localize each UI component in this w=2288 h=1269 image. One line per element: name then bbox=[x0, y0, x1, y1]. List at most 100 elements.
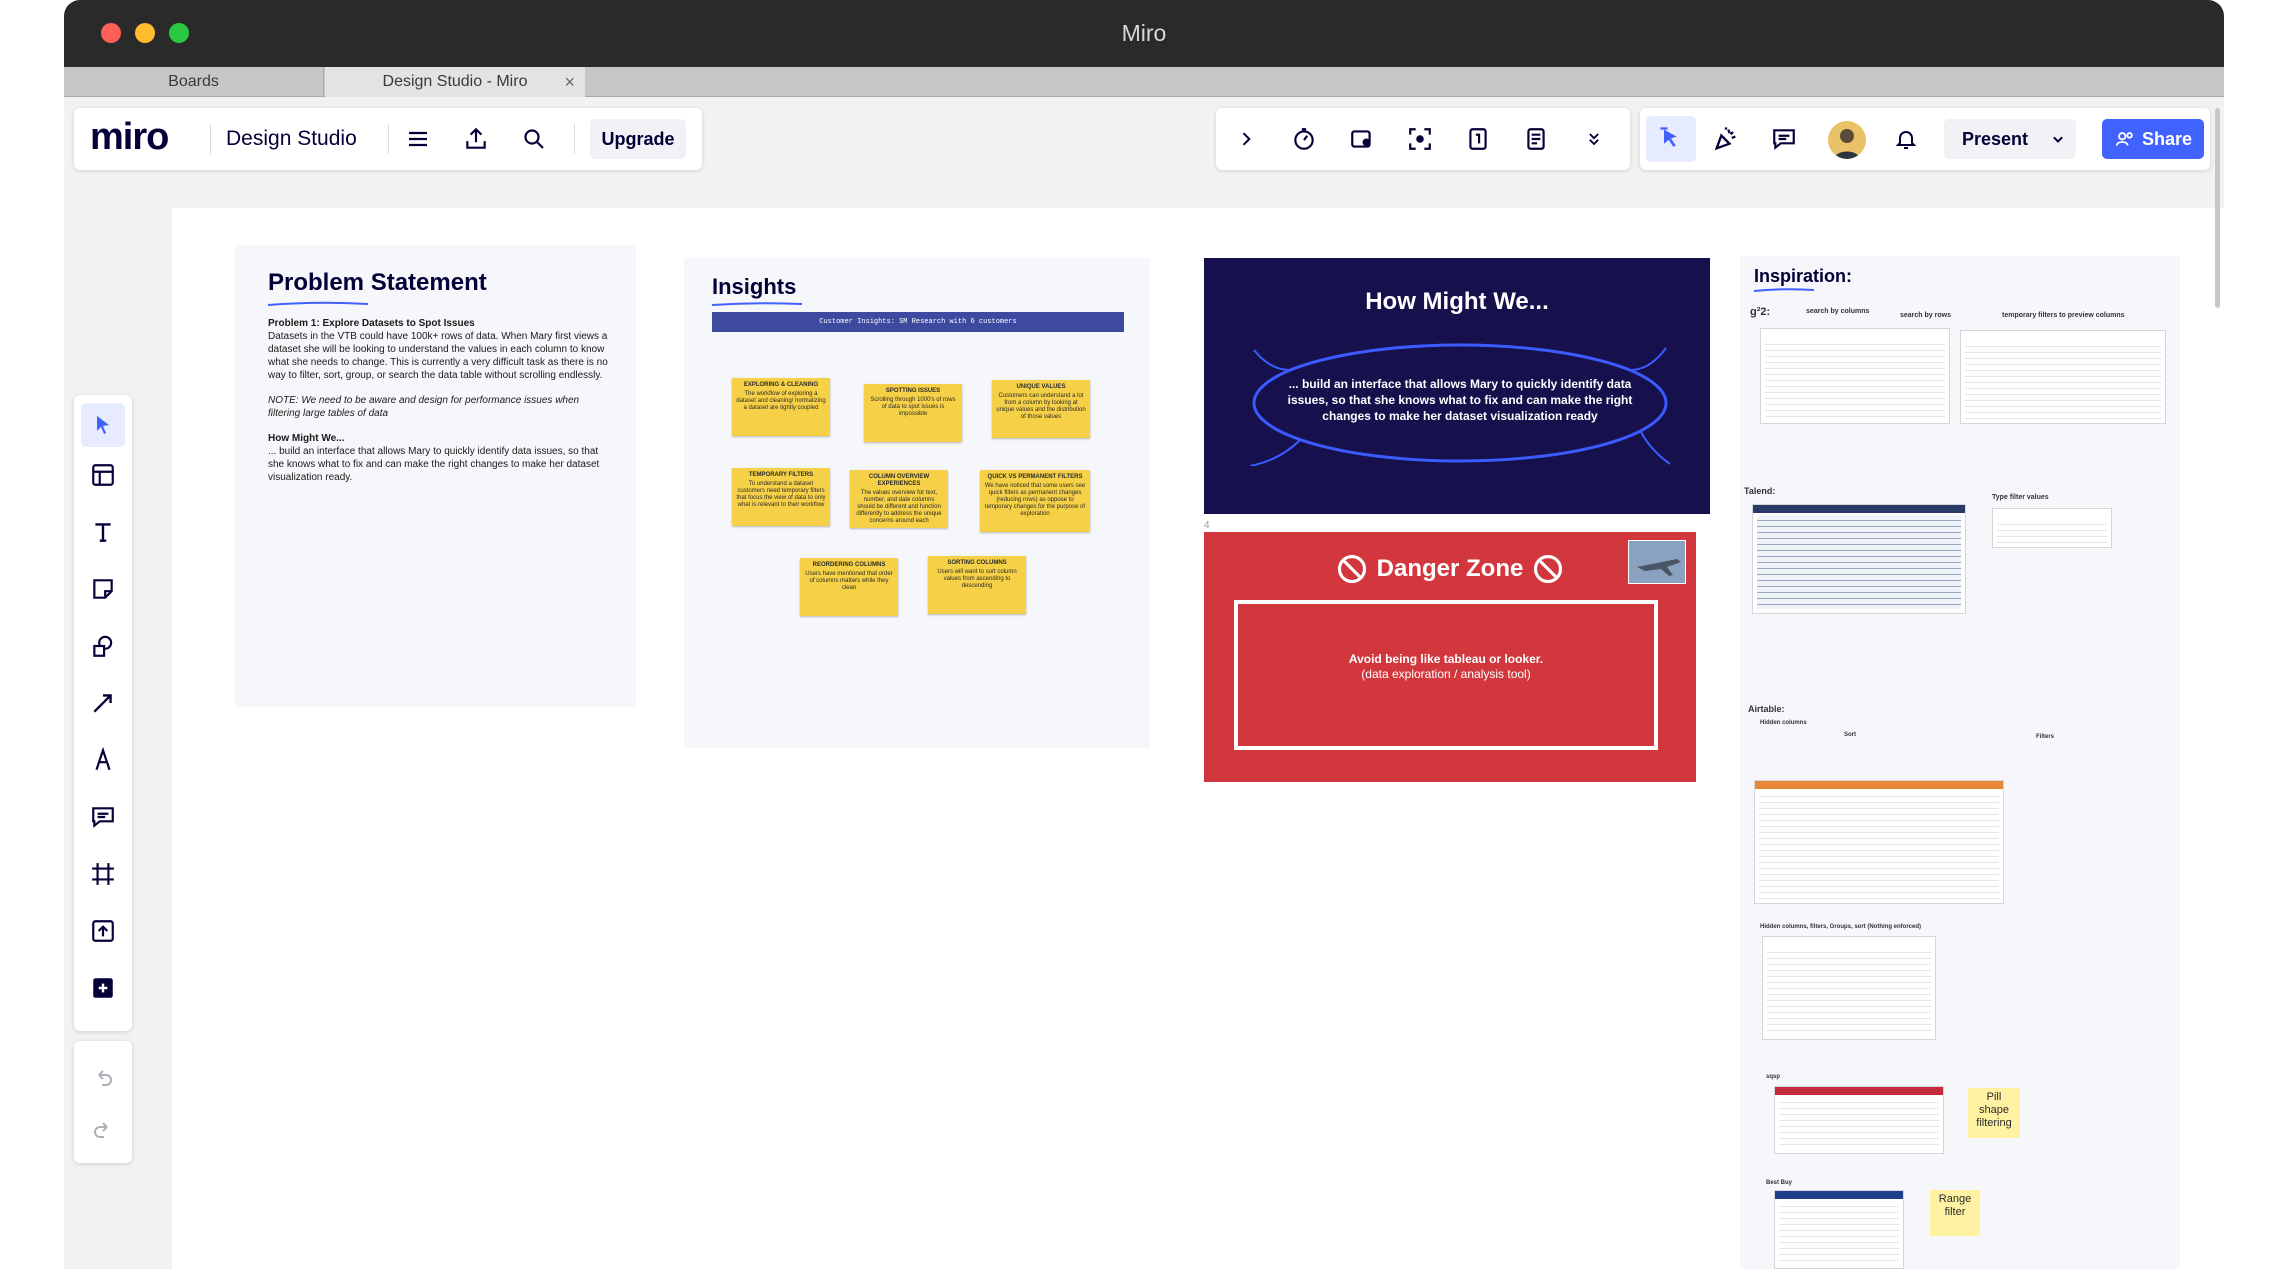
board-canvas[interactable]: miro Design Studio Upgrade Present Share… bbox=[64, 98, 2224, 1269]
select-cursor-icon[interactable] bbox=[1646, 116, 1696, 162]
screenshot-thumbnail[interactable] bbox=[1774, 1086, 1944, 1154]
sticky-title: REORDERING COLUMNS bbox=[812, 562, 886, 568]
screenshot-thumbnail[interactable] bbox=[1960, 330, 2166, 424]
sticky-note[interactable]: Range filter bbox=[1930, 1190, 1980, 1236]
attention-management-icon[interactable] bbox=[1400, 119, 1440, 159]
creation-toolbar bbox=[74, 395, 132, 1031]
prohibited-icon bbox=[1337, 554, 1366, 584]
main-menu-icon[interactable] bbox=[398, 119, 438, 159]
select-tool-icon[interactable] bbox=[81, 403, 125, 447]
sticky-note[interactable]: REORDERING COLUMNS Users have mentioned t… bbox=[800, 558, 898, 616]
close-tab-icon[interactable]: × bbox=[564, 67, 575, 97]
upload-icon[interactable] bbox=[83, 911, 123, 951]
collaboration-toolbar bbox=[1216, 108, 1630, 170]
reactions-icon[interactable] bbox=[1706, 119, 1746, 159]
chevron-right-icon[interactable] bbox=[1226, 119, 1266, 159]
inspiration-frame[interactable]: Inspiration: g²2: search by columns sear… bbox=[1740, 256, 2180, 1269]
problem-body: Problem 1: Explore Datasets to Spot Issu… bbox=[268, 317, 608, 484]
sticky-title: QUICK VS PERMANENT FILTERS bbox=[987, 474, 1083, 480]
notifications-bell-icon[interactable] bbox=[1886, 119, 1926, 159]
users-icon bbox=[2115, 132, 2133, 146]
double-chevron-down-icon[interactable] bbox=[1574, 119, 1614, 159]
text-tool-icon[interactable] bbox=[83, 512, 123, 552]
inspiration-label: Best Buy bbox=[1766, 1180, 1793, 1186]
tab-label: Boards bbox=[168, 73, 219, 90]
sticky-note[interactable]: SORTING COLUMNS Users will want to sort c… bbox=[928, 556, 1026, 614]
share-button[interactable]: Share bbox=[2102, 119, 2204, 159]
prohibited-icon bbox=[1534, 554, 1563, 584]
sticky-note[interactable]: TEMPORARY FILTERS To understand a dataset… bbox=[732, 468, 830, 526]
user-avatar[interactable] bbox=[1828, 121, 1866, 159]
sticky-note[interactable]: QUICK VS PERMANENT FILTERS We have notice… bbox=[980, 470, 1090, 532]
export-icon[interactable] bbox=[456, 119, 496, 159]
divider bbox=[574, 124, 575, 154]
redo-icon[interactable] bbox=[83, 1111, 123, 1151]
jet-image[interactable] bbox=[1628, 540, 1686, 584]
problem-statement-frame[interactable]: Problem Statement Problem 1: Explore Dat… bbox=[234, 245, 636, 707]
history-toolbar bbox=[74, 1041, 132, 1163]
danger-line-1: Avoid being like tableau or looker. bbox=[1348, 652, 1544, 666]
voting-icon[interactable] bbox=[1458, 119, 1498, 159]
timer-icon[interactable] bbox=[1284, 119, 1324, 159]
inspiration-label: Hidden columns bbox=[1760, 720, 1807, 726]
sticky-note[interactable]: SPOTTING ISSUES Scrolling through 1000's … bbox=[864, 384, 962, 442]
screenshot-thumbnail[interactable] bbox=[1754, 780, 2004, 904]
inspiration-label: Airtable: bbox=[1748, 704, 1785, 714]
sticky-title: EXPLORING & CLEANING bbox=[743, 382, 819, 388]
tab-bar: Boards Design Studio - Miro × bbox=[64, 67, 2224, 97]
window-title: Miro bbox=[1121, 20, 1167, 46]
sticky-note[interactable]: COLUMN OVERVIEW EXPERIENCES The values ov… bbox=[850, 470, 948, 528]
inspiration-label: Filters bbox=[2036, 734, 2055, 740]
title-underline bbox=[712, 302, 802, 306]
sticky-body: Scrolling through 1000's of rows of data… bbox=[870, 397, 956, 417]
screenshot-thumbnail[interactable] bbox=[1762, 936, 1936, 1040]
present-button[interactable]: Present bbox=[1944, 119, 2076, 159]
present-label: Present bbox=[1962, 129, 2029, 149]
tab-label: Design Studio - Miro bbox=[382, 73, 528, 90]
divider bbox=[388, 124, 389, 154]
problem-title: Problem Statement bbox=[268, 269, 487, 296]
sticky-note[interactable]: UNIQUE VALUES Customers can understand a … bbox=[992, 380, 1090, 438]
inspiration-label: temporary filters to preview columns bbox=[2002, 312, 2125, 319]
danger-zone-frame[interactable]: Danger Zone Avoid being like tableau or … bbox=[1204, 532, 1696, 782]
comment-tool-icon[interactable] bbox=[83, 797, 123, 837]
board-name[interactable]: Design Studio bbox=[226, 127, 357, 151]
problem-1-heading: Problem 1: Explore Datasets to Spot Issu… bbox=[268, 318, 475, 329]
how-might-we-frame[interactable]: How Might We... ... build an interface t… bbox=[1204, 258, 1710, 514]
templates-icon[interactable] bbox=[83, 455, 123, 495]
screenshot-thumbnail[interactable] bbox=[1752, 504, 1966, 614]
shapes-icon[interactable] bbox=[83, 626, 123, 666]
sticky-body: Customers can understand a lot from a co… bbox=[996, 393, 1086, 420]
sticky-note-icon[interactable] bbox=[83, 569, 123, 609]
upgrade-button[interactable]: Upgrade bbox=[590, 119, 686, 159]
title-underline bbox=[268, 301, 368, 306]
sticky-title: TEMPORARY FILTERS bbox=[748, 472, 814, 478]
pen-icon[interactable] bbox=[83, 740, 123, 780]
title-bar: Miro bbox=[64, 0, 2224, 67]
more-apps-icon[interactable] bbox=[83, 968, 123, 1008]
video-chat-icon[interactable] bbox=[1342, 119, 1382, 159]
screenshot-thumbnail[interactable] bbox=[1774, 1190, 1904, 1269]
tab-design-studio[interactable]: Design Studio - Miro × bbox=[325, 67, 585, 97]
undo-icon[interactable] bbox=[83, 1059, 123, 1099]
connection-line-icon[interactable] bbox=[83, 683, 123, 723]
danger-box: Avoid being like tableau or looker. (dat… bbox=[1234, 600, 1658, 750]
inspiration-label: Talend: bbox=[1744, 486, 1776, 496]
sticky-note[interactable]: Pill shape filtering bbox=[1968, 1088, 2020, 1138]
miro-logo[interactable]: miro bbox=[90, 116, 169, 159]
frame-tool-icon[interactable] bbox=[83, 854, 123, 894]
screenshot-thumbnail[interactable] bbox=[1760, 328, 1950, 424]
chevron-down-icon[interactable] bbox=[2048, 129, 2070, 151]
sticky-note[interactable]: EXPLORING & CLEANING The workflow of expl… bbox=[732, 378, 830, 436]
sticky-title: COLUMN OVERVIEW EXPERIENCES bbox=[868, 474, 930, 487]
inspiration-label: Sort bbox=[1844, 732, 1856, 738]
tab-boards[interactable]: Boards bbox=[64, 67, 324, 97]
notes-icon[interactable] bbox=[1516, 119, 1556, 159]
sticky-body: Users have mentioned that order of colum… bbox=[805, 571, 893, 591]
search-icon[interactable] bbox=[514, 119, 554, 159]
inspiration-label: Hidden columns, filters, Groups, sort (N… bbox=[1760, 924, 1922, 930]
vertical-scrollbar[interactable] bbox=[2215, 108, 2220, 308]
screenshot-thumbnail[interactable] bbox=[1992, 508, 2112, 548]
insights-frame[interactable]: Insights Customer Insights: SM Research … bbox=[684, 258, 1150, 748]
comments-icon[interactable] bbox=[1764, 119, 1804, 159]
